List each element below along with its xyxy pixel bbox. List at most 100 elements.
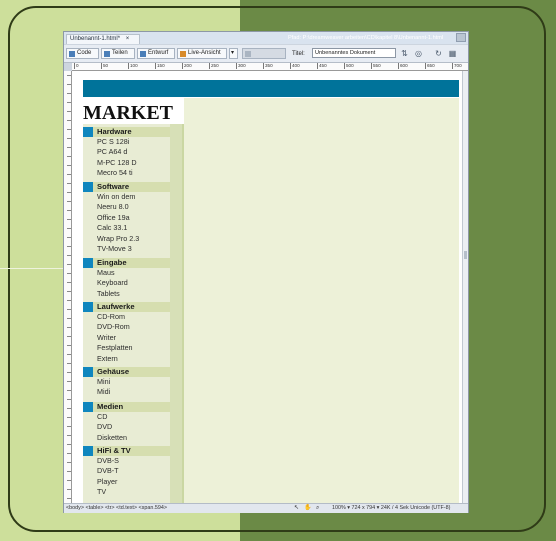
ruler-mark: 500 (344, 63, 354, 69)
preview-browser-icon[interactable]: ◎ (414, 49, 423, 58)
list-item[interactable]: Disketten (83, 433, 170, 443)
status-bar: <body> <table> <tr> <td.text> <span.594>… (64, 503, 468, 513)
ruler-tick (67, 462, 71, 463)
list-item[interactable]: Wrap Pro 2.3 (83, 234, 170, 244)
ruler-tick (67, 498, 71, 499)
ruler-mark: 650 (425, 63, 435, 69)
decorative-line (0, 268, 64, 269)
list-item[interactable]: TV-Move 3 (83, 244, 170, 254)
tag-selector[interactable]: <body> <table> <tr> <td.text> <span.594> (66, 504, 167, 513)
design-canvas[interactable]: MARKET Hardware PC S 128i PC A64 d M-PC … (72, 71, 462, 503)
ruler-mark: 50 (101, 63, 109, 69)
document-tab[interactable]: Unbenannt-1.html* × (66, 34, 140, 44)
category-hardware: Hardware PC S 128i PC A64 d M-PC 128 D M… (83, 127, 170, 179)
list-item[interactable]: Mecro 54 ti (83, 168, 170, 178)
ruler-tick (67, 489, 71, 490)
list-item[interactable]: CD (83, 412, 170, 422)
scrollbar-thumb[interactable] (464, 251, 467, 259)
category-software: Software Win on dem Neeru 8.0 Office 19a… (83, 182, 170, 254)
list-item[interactable]: Midi (83, 387, 170, 397)
ruler-tick (67, 129, 71, 130)
ruler-tick (67, 318, 71, 319)
refresh-icon[interactable]: ↻ (434, 49, 443, 58)
list-item[interactable]: Win on dem (83, 192, 170, 202)
list-item[interactable]: CD-Rom (83, 312, 170, 322)
category-title: Software (97, 182, 130, 191)
list-item[interactable]: Maus (83, 268, 170, 278)
list-item[interactable]: TV (83, 487, 170, 497)
category-title: Hardware (97, 127, 132, 136)
list-item[interactable]: DVB-T (83, 466, 170, 476)
header-bar (83, 80, 459, 97)
ruler-tick (67, 426, 71, 427)
category-square-icon (83, 367, 93, 377)
list-item[interactable]: Neeru 8.0 (83, 202, 170, 212)
content-area[interactable] (184, 98, 459, 503)
category-header: Software (83, 182, 170, 192)
ruler-tick (67, 174, 71, 175)
ruler-mark: 300 (236, 63, 246, 69)
category-square-icon (83, 302, 93, 312)
view-options-icon[interactable]: ▦ (448, 49, 457, 58)
file-management-icon[interactable]: ⇅ (400, 49, 409, 58)
split-view-button[interactable]: Teilen (101, 48, 135, 59)
category-header: HiFi & TV (83, 446, 170, 456)
list-item[interactable]: Mini (83, 377, 170, 387)
list-item[interactable]: Keyboard (83, 278, 170, 288)
list-item[interactable]: Extern (83, 354, 170, 364)
list-item[interactable]: DVD-Rom (83, 322, 170, 332)
list-item[interactable]: Player (83, 477, 170, 487)
ruler-tick (67, 165, 71, 166)
split-icon (104, 51, 110, 57)
ruler-tick (67, 291, 71, 292)
ruler-tick (67, 210, 71, 211)
list-item[interactable]: Calc 33.1 (83, 223, 170, 233)
category-title: HiFi & TV (97, 446, 131, 455)
design-view-label: Entwurf (148, 50, 169, 56)
ruler-tick (67, 246, 71, 247)
ruler-mark: 400 (290, 63, 300, 69)
list-item[interactable]: PC A64 d (83, 147, 170, 157)
live-code-button[interactable] (242, 48, 286, 59)
vertical-ruler (64, 71, 72, 503)
list-item[interactable]: DVB-S (83, 456, 170, 466)
code-view-button[interactable]: Code (66, 48, 99, 59)
list-item[interactable]: Writer (83, 333, 170, 343)
ruler-tick (67, 381, 71, 382)
document-tab-label: Unbenannt-1.html* (70, 36, 121, 42)
ruler-mark: 100 (128, 63, 138, 69)
ruler-tick (67, 435, 71, 436)
live-view-dropdown[interactable]: ▾ (229, 48, 238, 59)
document-title-input[interactable]: Unbenanntes Dokument (312, 48, 396, 58)
select-tool-icon[interactable]: ↖ (294, 504, 299, 513)
category-medien: Medien CD DVD Disketten (83, 402, 170, 443)
document-toolbar: Code Teilen Entwurf Live-Ansicht ▾ Titel… (64, 45, 468, 63)
status-info: 100% ▾ 724 x 794 ▾ 24K / 4 Sek Unicode (… (332, 505, 451, 511)
code-icon (69, 51, 75, 57)
list-item[interactable]: Office 19a (83, 213, 170, 223)
restore-icon[interactable] (456, 33, 466, 42)
file-path: Pfad: P:\dreamweaver arbeiten\CD\kapitel… (288, 35, 444, 41)
hand-tool-icon[interactable]: ✋ (304, 504, 311, 513)
ruler-tick (67, 102, 71, 103)
live-view-label: Live-Ansicht (188, 50, 221, 56)
ruler-tick (67, 363, 71, 364)
category-eingabe: Eingabe Maus Keyboard Tablets (83, 258, 170, 299)
list-item[interactable]: Tablets (83, 289, 170, 299)
list-item[interactable]: Festplatten (83, 343, 170, 353)
live-view-button[interactable]: Live-Ansicht (177, 48, 227, 59)
category-header: Eingabe (83, 258, 170, 268)
list-item[interactable]: DVD (83, 422, 170, 432)
vertical-scrollbar[interactable] (462, 71, 468, 503)
title-bar: Unbenannt-1.html* × Pfad: P:\dreamweaver… (64, 32, 468, 44)
design-view-button[interactable]: Entwurf (137, 48, 175, 59)
live-code-icon (245, 51, 251, 57)
ruler-tick (67, 192, 71, 193)
list-item[interactable]: M-PC 128 D (83, 158, 170, 168)
zoom-tool-icon[interactable]: ⌕ (316, 504, 319, 513)
list-item[interactable]: PC S 128i (83, 137, 170, 147)
ruler-tick (67, 453, 71, 454)
ruler-mark: 200 (182, 63, 192, 69)
ruler-tick (67, 147, 71, 148)
close-tab-icon[interactable]: × (126, 36, 130, 42)
